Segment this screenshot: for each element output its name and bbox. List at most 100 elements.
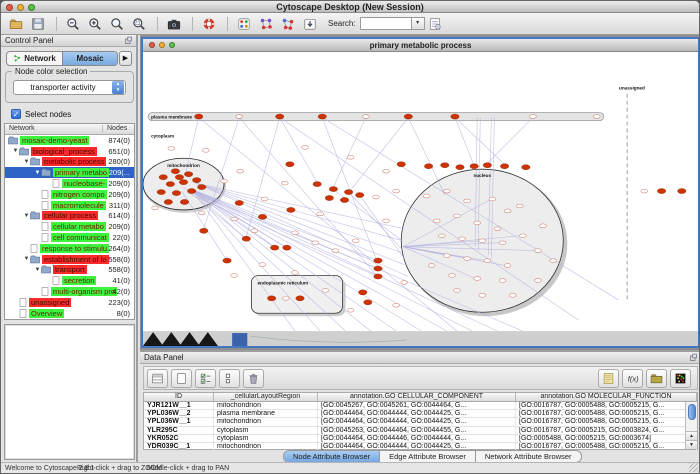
camera-export-icon[interactable] — [164, 15, 184, 33]
network-canvas[interactable]: plasma membranecytoplasmmitochondrionnuc… — [143, 52, 698, 346]
function-builder-icon[interactable]: f(x) — [622, 369, 643, 388]
network-graph[interactable]: plasma membranecytoplasmmitochondrionnuc… — [143, 52, 698, 346]
tab-mosaic[interactable]: Mosaic — [62, 52, 117, 65]
open-file-icon[interactable] — [6, 15, 26, 33]
column-header[interactable]: annotation.GO MOLECULAR_FUNCTION — [516, 393, 697, 401]
window-titlebar[interactable]: Cytoscape Desktop (New Session) — [1, 1, 699, 13]
tree-row[interactable]: ▼cellular process614(0) — [5, 211, 134, 222]
attribute-table[interactable]: ID_cellularLayoutRegionannotation.GO CEL… — [143, 392, 698, 450]
zoom-selected-region-icon[interactable] — [129, 15, 149, 33]
scroll-up-button[interactable]: ▲ — [686, 431, 697, 440]
search-input[interactable] — [360, 17, 412, 30]
import-icon[interactable] — [300, 15, 320, 33]
file-icon — [41, 233, 49, 242]
more-tabs-button[interactable]: ▶ — [119, 51, 132, 66]
table-row[interactable]: YLR295Ccytoplasm[GO:0045263, GO:0044464,… — [144, 427, 697, 435]
notes-icon[interactable] — [598, 369, 619, 388]
tree-row[interactable]: nitrogen compo209(0) — [5, 189, 134, 200]
tree-row[interactable]: cellular metabo209(0) — [5, 221, 134, 232]
network-view-titlebar[interactable]: primary metabolic process — [143, 39, 698, 52]
layout-icon[interactable] — [234, 15, 254, 33]
svg-text:nucleus: nucleus — [473, 173, 491, 178]
expand-arrow-icon[interactable]: ▼ — [23, 213, 30, 219]
tree-row-label: cell communicat — [51, 233, 109, 242]
unselect-attributes-icon[interactable] — [219, 369, 240, 388]
save-icon[interactable] — [28, 15, 48, 33]
control-panel: Control Panel NetworkMosaic ▶ Node color… — [1, 35, 138, 464]
expand-arrow-icon[interactable]: ▼ — [12, 148, 19, 154]
tab-network-attribute-browser[interactable]: Network Attribute Browser — [475, 451, 581, 462]
select-nodes-checkbox[interactable]: ✓ — [11, 109, 21, 119]
network-view-frame[interactable]: primary metabolic process plasma membran… — [141, 37, 700, 348]
tree-row-label: establishment of lo — [42, 255, 109, 264]
svg-text:mitochondrion: mitochondrion — [167, 163, 200, 168]
zoom-out-icon[interactable] — [63, 15, 83, 33]
tree-row[interactable]: cell communicat22(0) — [5, 232, 134, 243]
table-row[interactable]: YKR052Ccytoplasm[GO:0044464, GO:0044446,… — [144, 435, 697, 443]
matrix-view-icon[interactable] — [670, 369, 691, 388]
network-tree-header[interactable]: Network Nodes — [5, 124, 134, 135]
tree-row[interactable]: ▼biological_process651(0) — [5, 146, 134, 157]
scroll-down-button[interactable]: ▼ — [686, 440, 697, 449]
tree-row[interactable]: macromolecule311(0) — [5, 200, 134, 211]
help-ring-icon[interactable] — [199, 15, 219, 33]
import-attributes-icon[interactable] — [646, 369, 667, 388]
tree-row[interactable]: response to stimulu264(0) — [5, 243, 134, 254]
resize-grip[interactable] — [689, 463, 698, 472]
search-dropdown-button[interactable]: ▾ — [412, 17, 425, 30]
table-row[interactable]: YJR121W__1mitochondrion[GO:0045267, GO:0… — [144, 402, 697, 410]
select-attributes-icon[interactable] — [195, 369, 216, 388]
tree-row[interactable]: secretion41(0) — [5, 275, 134, 286]
table-row[interactable]: YPL036W__1mitochondrion[GO:0044464, GO:0… — [144, 418, 697, 426]
scrollbar-thumb[interactable] — [688, 404, 696, 420]
zoom-fit-icon[interactable] — [107, 15, 127, 33]
column-header[interactable]: ID — [144, 393, 214, 401]
tree-row[interactable]: mosaic-demo-yeast874(0) — [5, 135, 134, 146]
zoom-in-icon[interactable] — [85, 15, 105, 33]
tree-row[interactable]: nucleobase-209(0) — [5, 178, 134, 189]
table-scrollbar[interactable]: ▲ ▼ — [685, 402, 697, 449]
tab-network[interactable]: Network — [7, 52, 62, 65]
main-area: Control Panel NetworkMosaic ▶ Node color… — [1, 35, 700, 464]
network-view-title: primary metabolic process — [143, 41, 698, 50]
folder-icon — [8, 136, 18, 145]
birds-eye-view[interactable] — [4, 324, 135, 460]
node-color-dropdown[interactable]: transporter activity ▲▼ — [13, 80, 126, 95]
tab-label: Network — [24, 54, 56, 63]
matrix-view-icon — [674, 372, 687, 385]
new-attribute-icon[interactable] — [171, 369, 192, 388]
tree-row-node-count: 558(0) — [108, 265, 130, 274]
tab-edge-attribute-browser[interactable]: Edge Attribute Browser — [379, 451, 475, 462]
expand-arrow-icon[interactable]: ▼ — [34, 267, 41, 273]
tree-row[interactable]: unassigned223(0) — [5, 297, 134, 308]
file-icon — [41, 201, 49, 210]
float-data-panel-icon[interactable] — [689, 353, 698, 362]
column-header[interactable]: annotation.GO CELLULAR_COMPONENT — [318, 393, 516, 401]
duplicate-network-icon[interactable] — [278, 15, 298, 33]
tree-row[interactable]: ▼transport558(0) — [5, 265, 134, 276]
tree-row-node-count: 42(0) — [112, 287, 130, 296]
column-header[interactable]: _cellularLayoutRegion — [214, 393, 318, 401]
tree-row[interactable]: ▼ primary metabo209(... — [5, 167, 134, 178]
float-panel-icon[interactable] — [124, 36, 133, 45]
folder-icon — [41, 168, 51, 177]
node-color-selection-group: Node color selection transporter activit… — [5, 71, 134, 103]
table-row[interactable]: YPL036W__2plasma membrane[GO:0044464, GO… — [144, 410, 697, 418]
tab-node-attribute-browser[interactable]: Node Attribute Browser — [284, 451, 379, 462]
tree-row[interactable]: ▼metabolic process280(0) — [5, 157, 134, 168]
new-network-from-selection-icon[interactable] — [256, 15, 276, 33]
expand-arrow-icon[interactable]: ▼ — [23, 159, 30, 165]
tree-row-label: primary metabo — [53, 168, 109, 177]
attribute-grid-icon[interactable] — [147, 369, 168, 388]
new-network-from-selection-icon — [259, 17, 273, 31]
delete-attribute-icon[interactable] — [243, 369, 264, 388]
tree-row[interactable]: ▼establishment of lo558(0) — [5, 254, 134, 265]
network-tree: Network Nodes mosaic-demo-yeast874(0)▼bi… — [4, 123, 135, 320]
expand-arrow-icon[interactable]: ▼ — [23, 256, 30, 262]
search-options-icon[interactable] — [425, 15, 445, 33]
cytoscape-window: Cytoscape Desktop (New Session) Search: … — [0, 0, 700, 474]
tree-row[interactable]: multi-organism pro42(0) — [5, 286, 134, 297]
expand-arrow-icon[interactable]: ▼ — [34, 170, 41, 176]
tree-row[interactable]: Overview8(0) — [5, 308, 134, 319]
tree-row-node-count: 209(... — [109, 168, 130, 177]
